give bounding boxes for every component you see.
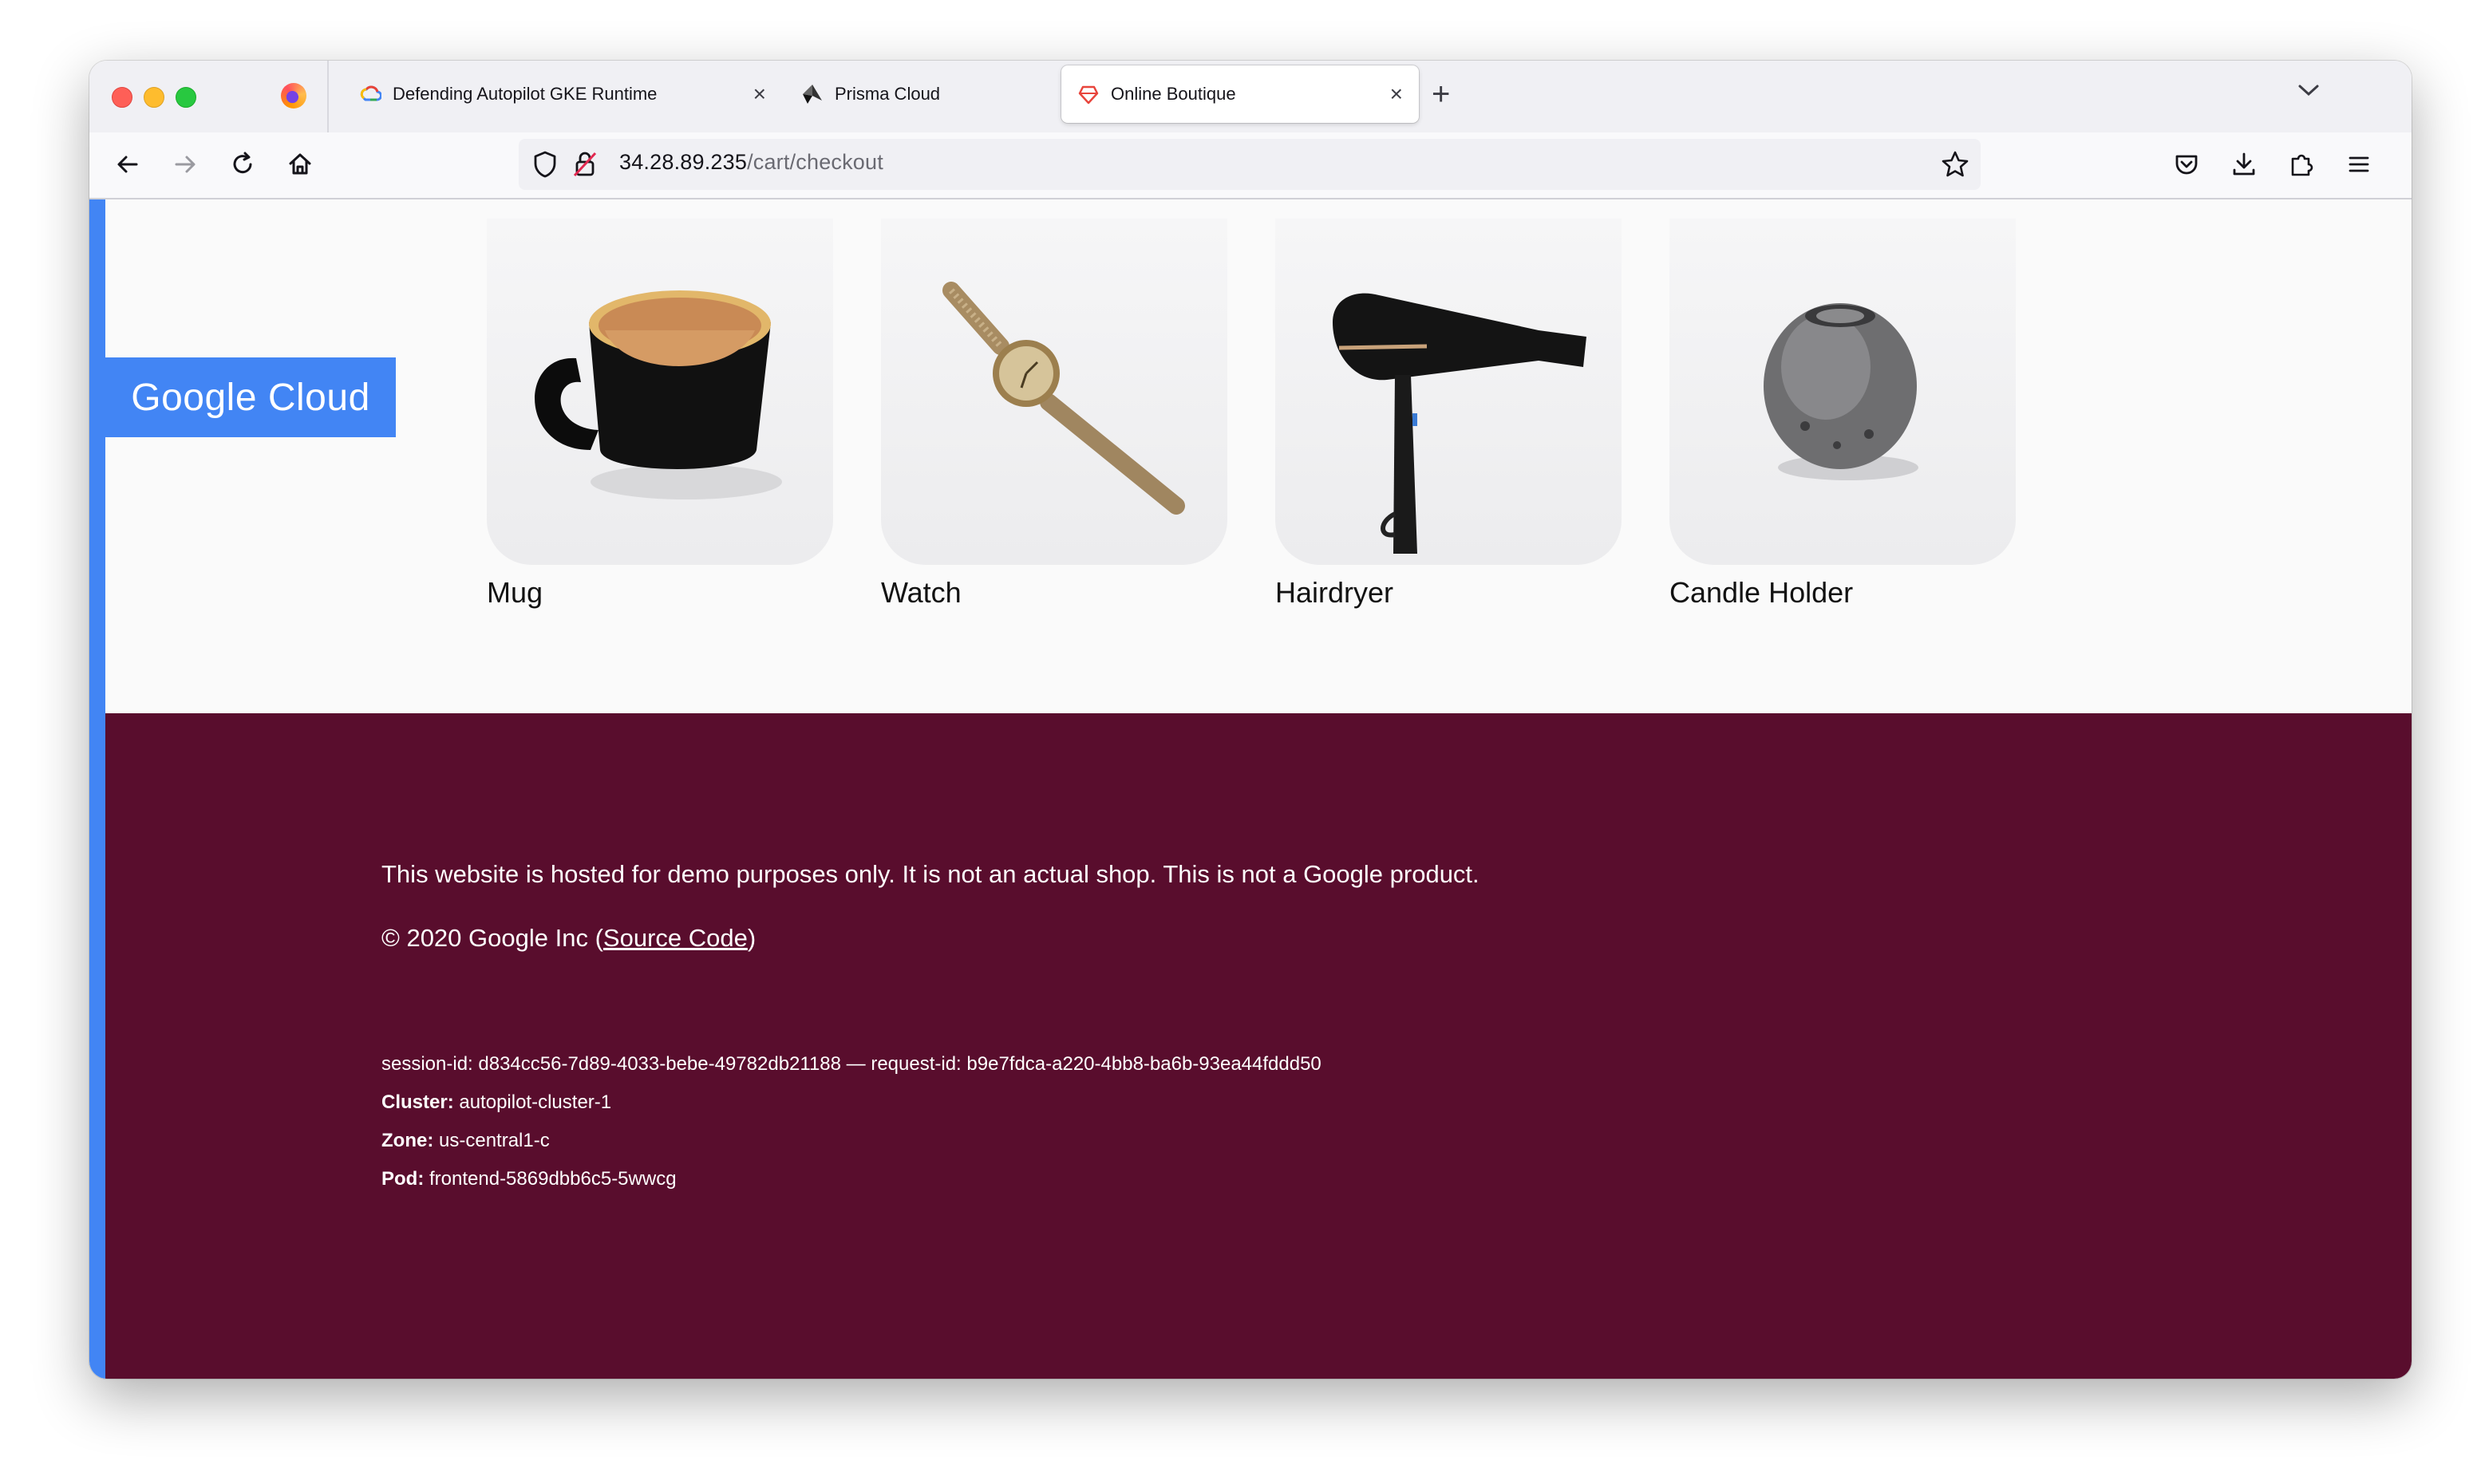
- product-image-hairdryer[interactable]: [1275, 219, 1622, 565]
- pod-info: Pod: frontend-5869dbb6c5-5wwcg: [381, 1168, 677, 1190]
- copyright-suffix: ): [747, 924, 757, 952]
- product-image-mug[interactable]: [487, 219, 833, 565]
- tab-online-boutique[interactable]: Online Boutique ×: [1061, 65, 1419, 123]
- firefox-icon: [281, 83, 306, 109]
- product-card-candle-holder[interactable]: Candle Holder: [1669, 219, 2016, 610]
- hamburger-menu-icon: [2349, 156, 2369, 172]
- downloads-button[interactable]: [2226, 147, 2262, 182]
- back-arrow-icon: [117, 156, 138, 173]
- product-name[interactable]: Mug: [487, 576, 833, 610]
- source-code-link[interactable]: Source Code: [603, 924, 748, 952]
- tab-defending-autopilot[interactable]: Defending Autopilot GKE Runtime ×: [343, 65, 782, 123]
- download-icon: [2233, 152, 2255, 176]
- reload-icon: [233, 152, 252, 174]
- prisma-cloud-icon: [801, 83, 824, 105]
- product-name[interactable]: Hairdryer: [1275, 576, 1622, 610]
- cluster-value: autopilot-cluster-1: [459, 1091, 612, 1113]
- tracking-protection-shield-icon[interactable]: [531, 150, 559, 183]
- pod-label: Pod:: [381, 1168, 425, 1190]
- product-card-watch[interactable]: Watch: [881, 219, 1227, 610]
- tab-title: Defending Autopilot GKE Runtime: [393, 84, 658, 104]
- session-request-ids: session-id: d834cc56-7d89-4033-bebe-4978…: [381, 1053, 1321, 1075]
- web-page: Google Cloud Mug Watch Hairdryer Candle …: [89, 199, 2412, 1379]
- navigation-bar: 34.28.89.235/cart/checkout: [89, 132, 2412, 199]
- copyright-prefix: © 2020 Google Inc (: [381, 924, 603, 952]
- browser-window: Defending Autopilot GKE Runtime × Prisma…: [89, 61, 2412, 1379]
- url-path: /cart/checkout: [747, 150, 883, 174]
- forward-button[interactable]: [168, 147, 203, 182]
- bookmark-star-icon[interactable]: [1941, 150, 1969, 183]
- extensions-button[interactable]: [2284, 147, 2319, 182]
- pocket-icon: [2175, 155, 2198, 175]
- product-card-hairdryer[interactable]: Hairdryer: [1275, 219, 1622, 610]
- cluster-label: Cluster:: [381, 1091, 454, 1113]
- address-bar[interactable]: 34.28.89.235/cart/checkout: [519, 139, 1981, 190]
- reload-button[interactable]: [225, 147, 260, 182]
- back-button[interactable]: [110, 147, 145, 182]
- close-window-button[interactable]: [112, 87, 132, 108]
- list-all-tabs-button[interactable]: [2297, 78, 2321, 104]
- copyright-line: © 2020 Google Inc (Source Code): [381, 924, 756, 953]
- demo-disclaimer: This website is hosted for demo purposes…: [381, 860, 1479, 888]
- google-cloud-icon: [359, 83, 383, 105]
- product-name[interactable]: Watch: [881, 576, 1227, 610]
- google-cloud-badge: Google Cloud: [105, 357, 396, 437]
- product-name[interactable]: Candle Holder: [1669, 576, 2016, 610]
- url-host: 34.28.89.235: [619, 150, 748, 174]
- app-menu-button[interactable]: [2341, 147, 2376, 182]
- product-image-watch[interactable]: [881, 219, 1227, 565]
- product-image-candle-holder[interactable]: [1669, 219, 2016, 565]
- insecure-lock-icon[interactable]: [571, 150, 599, 183]
- url-text[interactable]: 34.28.89.235/cart/checkout: [619, 150, 883, 175]
- product-card-mug[interactable]: Mug: [487, 219, 833, 610]
- puzzle-piece-icon: [2291, 154, 2313, 176]
- cluster-info: Cluster: autopilot-cluster-1: [381, 1091, 611, 1114]
- zone-label: Zone:: [381, 1130, 434, 1151]
- zone-value: us-central1-c: [439, 1130, 550, 1151]
- tab-title: Online Boutique: [1111, 84, 1236, 104]
- close-tab-icon[interactable]: ×: [753, 81, 766, 107]
- new-tab-button[interactable]: +: [1432, 77, 1450, 112]
- pod-value: frontend-5869dbb6c5-5wwcg: [429, 1168, 677, 1190]
- zoom-window-button[interactable]: [176, 87, 196, 108]
- forward-arrow-icon: [175, 156, 196, 173]
- site-footer: This website is hosted for demo purposes…: [105, 713, 2412, 1379]
- home-button[interactable]: [282, 147, 318, 182]
- page-accent-bar: [89, 199, 105, 1379]
- pocket-button[interactable]: [2169, 147, 2204, 182]
- tab-separator: [327, 61, 329, 132]
- online-boutique-icon: [1077, 83, 1100, 105]
- home-icon: [289, 153, 311, 175]
- close-tab-icon[interactable]: ×: [1390, 81, 1403, 107]
- tab-strip: Defending Autopilot GKE Runtime × Prisma…: [89, 61, 2412, 132]
- minimize-window-button[interactable]: [144, 87, 164, 108]
- zone-info: Zone: us-central1-c: [381, 1130, 550, 1152]
